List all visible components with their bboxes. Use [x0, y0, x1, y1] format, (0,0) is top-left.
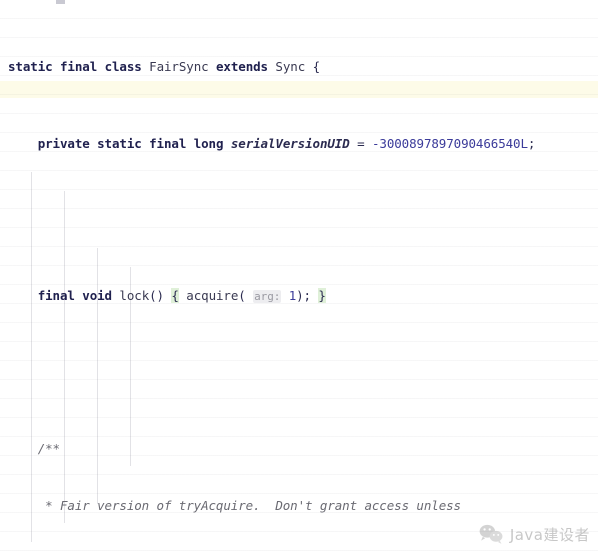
code-line-comment: /** [37, 441, 60, 457]
inlay-hint-arg: arg: [253, 290, 282, 304]
watermark: Java建设者 [478, 523, 590, 545]
code-line: final void lock() { acquire( arg: 1); } [37, 288, 326, 304]
watermark-text: Java建设者 [509, 525, 590, 544]
code-editor-screenshot: static final class FairSync extends Sync… [0, 0, 598, 555]
code-line: static final class FairSync extends Sync… [8, 59, 320, 75]
code-line-comment: * Fair version of tryAcquire. Don't gran… [45, 498, 461, 514]
wechat-icon [479, 524, 503, 544]
code-block[interactable]: static final class FairSync extends Sync… [0, 0, 598, 555]
code-line: private static final long serialVersionU… [37, 135, 536, 151]
